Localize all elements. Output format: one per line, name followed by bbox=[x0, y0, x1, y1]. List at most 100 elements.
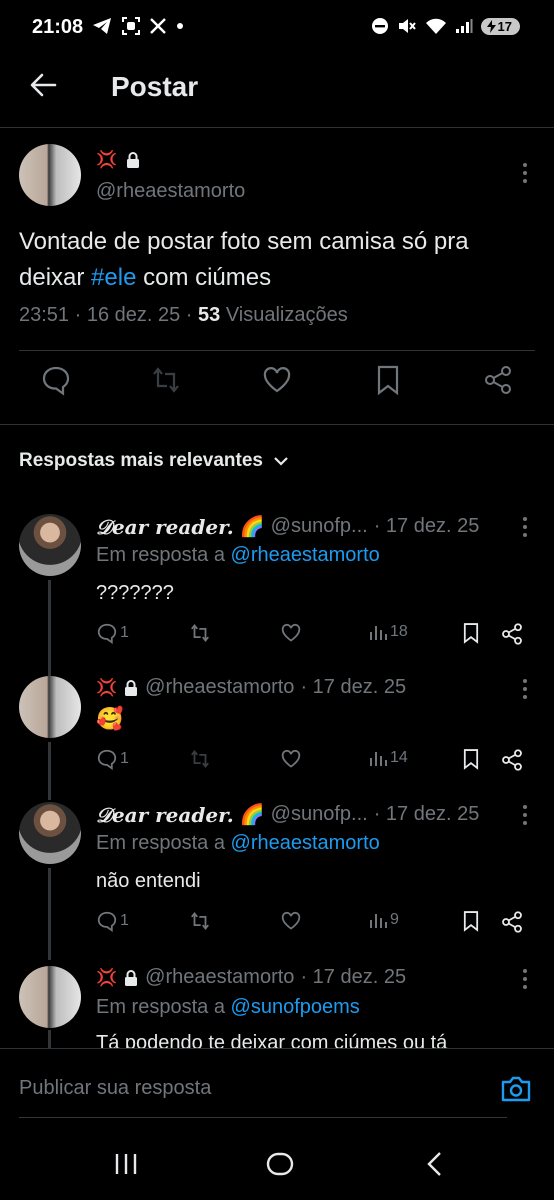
reply-header: 💢 @rheaestamorto · 17 dez. 25 bbox=[96, 966, 406, 989]
divider bbox=[0, 424, 554, 425]
post-text: Vontade de postar foto sem camisa só pra… bbox=[19, 224, 529, 296]
status-bar: 21:08 17 bbox=[0, 0, 554, 56]
repost-icon[interactable] bbox=[188, 748, 212, 770]
bookmark-icon[interactable] bbox=[460, 910, 482, 932]
top-app-bar: Postar bbox=[0, 56, 554, 128]
reply-button[interactable]: 1 bbox=[96, 910, 129, 932]
mention-link[interactable]: @rheaestamorto bbox=[231, 544, 380, 566]
wifi-icon bbox=[425, 18, 446, 34]
sort-label: Respostas mais relevantes bbox=[19, 450, 263, 471]
rainbow-emoji: 🌈 bbox=[239, 804, 265, 826]
bookmark-icon[interactable] bbox=[460, 748, 482, 770]
bookmark-icon[interactable] bbox=[460, 622, 482, 644]
reply-header: 𝒟ear reader. 🌈 @sunofp... · 17 dez. 25 bbox=[96, 514, 479, 539]
like-icon[interactable] bbox=[280, 910, 302, 932]
avatar[interactable] bbox=[19, 966, 81, 1028]
mention-link[interactable]: @sunofpoems bbox=[231, 996, 360, 1018]
in-reply-label: Em resposta a bbox=[96, 544, 231, 566]
share-icon[interactable] bbox=[500, 910, 524, 934]
camera-icon[interactable] bbox=[500, 1075, 532, 1103]
reply-handle[interactable]: @rheaestamorto bbox=[145, 676, 294, 699]
reply-item[interactable]: 💢 @rheaestamorto · 17 dez. 25 Em respost… bbox=[0, 966, 554, 1048]
repost-icon[interactable] bbox=[188, 622, 212, 644]
views-count: 18 bbox=[390, 623, 408, 640]
avatar[interactable] bbox=[19, 514, 81, 576]
reply-handle[interactable]: @sunofp... bbox=[271, 515, 368, 538]
analytics-icon bbox=[370, 626, 387, 640]
divider bbox=[19, 350, 535, 351]
like-icon[interactable] bbox=[261, 364, 293, 396]
share-icon[interactable] bbox=[482, 364, 514, 396]
like-icon[interactable] bbox=[280, 748, 302, 770]
repost-icon[interactable] bbox=[188, 910, 212, 932]
views-button[interactable]: 18 bbox=[368, 622, 408, 642]
reply-button[interactable]: 1 bbox=[96, 622, 129, 644]
home-icon[interactable] bbox=[266, 1150, 294, 1178]
more-options-icon[interactable] bbox=[522, 804, 528, 826]
share-icon[interactable] bbox=[500, 748, 524, 772]
reply-action-bar: 1 14 bbox=[96, 748, 526, 774]
x-logo-icon bbox=[150, 18, 166, 34]
reply-date: · 17 dez. 25 bbox=[373, 803, 480, 825]
anger-emoji[interactable]: 💢 bbox=[96, 968, 117, 988]
like-icon[interactable] bbox=[280, 622, 302, 644]
reply-action-bar: 1 9 bbox=[96, 910, 526, 936]
reply-text: 🥰 bbox=[96, 706, 124, 731]
lock-icon bbox=[127, 152, 140, 168]
thread-line bbox=[48, 868, 51, 960]
views-button[interactable]: 9 bbox=[368, 910, 399, 930]
reply-handle[interactable]: @sunofp... bbox=[271, 803, 368, 826]
battery-level: 17 bbox=[497, 18, 512, 34]
analytics-icon bbox=[370, 752, 387, 766]
thread-line bbox=[48, 580, 51, 676]
display-name[interactable]: 𝒟ear reader. bbox=[96, 803, 234, 827]
anger-emoji[interactable]: 💢 bbox=[96, 678, 117, 698]
reply-input[interactable]: Publicar sua resposta bbox=[19, 1077, 211, 1100]
in-reply-label: Em resposta a bbox=[96, 832, 231, 854]
views-count: 14 bbox=[390, 749, 408, 766]
author-handle[interactable]: @rheaestamorto bbox=[96, 180, 245, 203]
post-action-bar bbox=[0, 364, 554, 414]
display-name[interactable]: 𝒟ear reader. bbox=[96, 515, 234, 539]
reply-text: não entendi bbox=[96, 870, 201, 892]
back-arrow-icon[interactable] bbox=[28, 70, 58, 100]
lock-icon bbox=[125, 969, 138, 986]
reply-date: · 17 dez. 25 bbox=[373, 515, 480, 537]
system-icons: 17 bbox=[371, 17, 520, 35]
more-options-icon[interactable] bbox=[522, 678, 528, 700]
hashtag-link[interactable]: #ele bbox=[91, 264, 136, 291]
reply-handle[interactable]: @rheaestamorto bbox=[145, 966, 294, 989]
share-icon[interactable] bbox=[500, 622, 524, 646]
author-name[interactable]: 💢 bbox=[96, 150, 141, 170]
reply-header: 𝒟ear reader. 🌈 @sunofp... · 17 dez. 25 bbox=[96, 802, 479, 827]
system-navigation-bar bbox=[0, 1118, 554, 1200]
recent-apps-icon[interactable] bbox=[112, 1150, 140, 1178]
post-meta: 23:51 · 16 dez. 25 · 53 Visualizações bbox=[19, 304, 348, 327]
reply-count: 1 bbox=[120, 624, 129, 641]
reply-count: 1 bbox=[120, 750, 129, 767]
status-time: 21:08 bbox=[32, 16, 84, 38]
views-button[interactable]: 14 bbox=[368, 748, 408, 768]
reply-icon[interactable] bbox=[40, 364, 72, 396]
avatar[interactable] bbox=[19, 802, 81, 864]
reply-composer[interactable]: Publicar sua resposta bbox=[0, 1048, 554, 1118]
back-icon[interactable] bbox=[422, 1150, 450, 1178]
mention-link[interactable]: @rheaestamorto bbox=[231, 832, 380, 854]
more-options-icon[interactable] bbox=[522, 516, 528, 538]
avatar[interactable] bbox=[19, 676, 81, 738]
reply-button[interactable]: 1 bbox=[96, 748, 129, 770]
post-text-part: com ciúmes bbox=[136, 264, 272, 291]
views-count: 9 bbox=[390, 911, 399, 928]
reply-action-bar: 1 18 bbox=[96, 622, 526, 648]
views-label: Visualizações bbox=[220, 304, 348, 326]
bookmark-icon[interactable] bbox=[372, 364, 404, 396]
avatar[interactable] bbox=[19, 144, 81, 206]
repost-icon[interactable] bbox=[150, 364, 182, 396]
notification-icons bbox=[92, 17, 184, 35]
reply-header: 💢 @rheaestamorto · 17 dez. 25 bbox=[96, 676, 406, 699]
more-options-icon[interactable] bbox=[522, 968, 528, 990]
reply-icon bbox=[97, 911, 117, 932]
more-options-icon[interactable] bbox=[522, 162, 528, 184]
mute-icon bbox=[398, 19, 416, 33]
sort-replies-dropdown[interactable]: Respostas mais relevantes bbox=[19, 450, 289, 472]
